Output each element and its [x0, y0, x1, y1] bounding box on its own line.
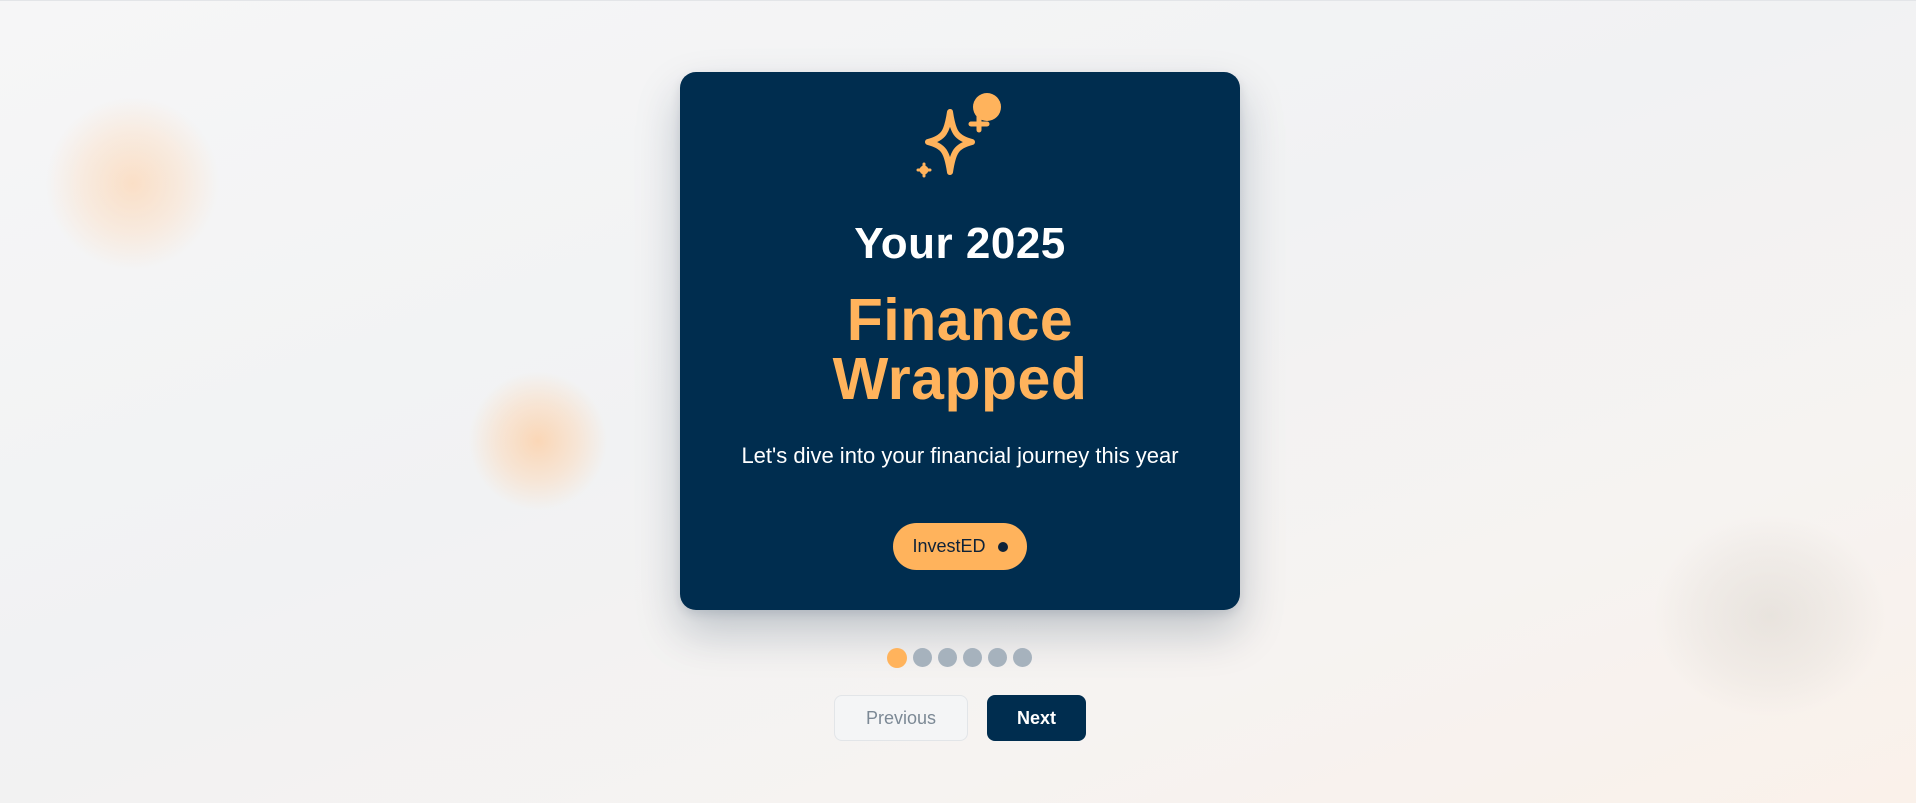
card-subtitle: Let's dive into your financial journey t…: [741, 443, 1179, 468]
decorative-orange-blob: [45, 96, 220, 271]
dot-icon: [997, 541, 1008, 552]
card-title: Your 2025: [854, 219, 1066, 268]
decorative-gray-blob: [1655, 516, 1885, 716]
pager-dot-2[interactable]: [913, 648, 932, 667]
next-button[interactable]: Next: [987, 695, 1086, 741]
decorative-orange-blob: [468, 371, 608, 511]
wrapped-intro-card: Your 2025 Finance Wrapped Let's dive int…: [680, 72, 1240, 610]
brand-label: InvestED: [912, 536, 986, 556]
pager-dot-4[interactable]: [963, 648, 982, 667]
headline-line-2: Wrapped: [832, 346, 1088, 412]
pager-dot-5[interactable]: [988, 648, 1007, 667]
previous-button[interactable]: Previous: [834, 695, 968, 741]
pager-dot-1[interactable]: [887, 647, 907, 668]
pager-dot-3[interactable]: [938, 648, 957, 667]
headline-line-1: Finance: [846, 287, 1074, 353]
sparkle-icon: [916, 93, 1001, 178]
pager-dot-6[interactable]: [1013, 648, 1032, 667]
brand-badge: InvestED: [893, 523, 1027, 570]
card-headline: Finance Wrapped: [680, 291, 1240, 409]
slide-pager: [887, 647, 1032, 668]
